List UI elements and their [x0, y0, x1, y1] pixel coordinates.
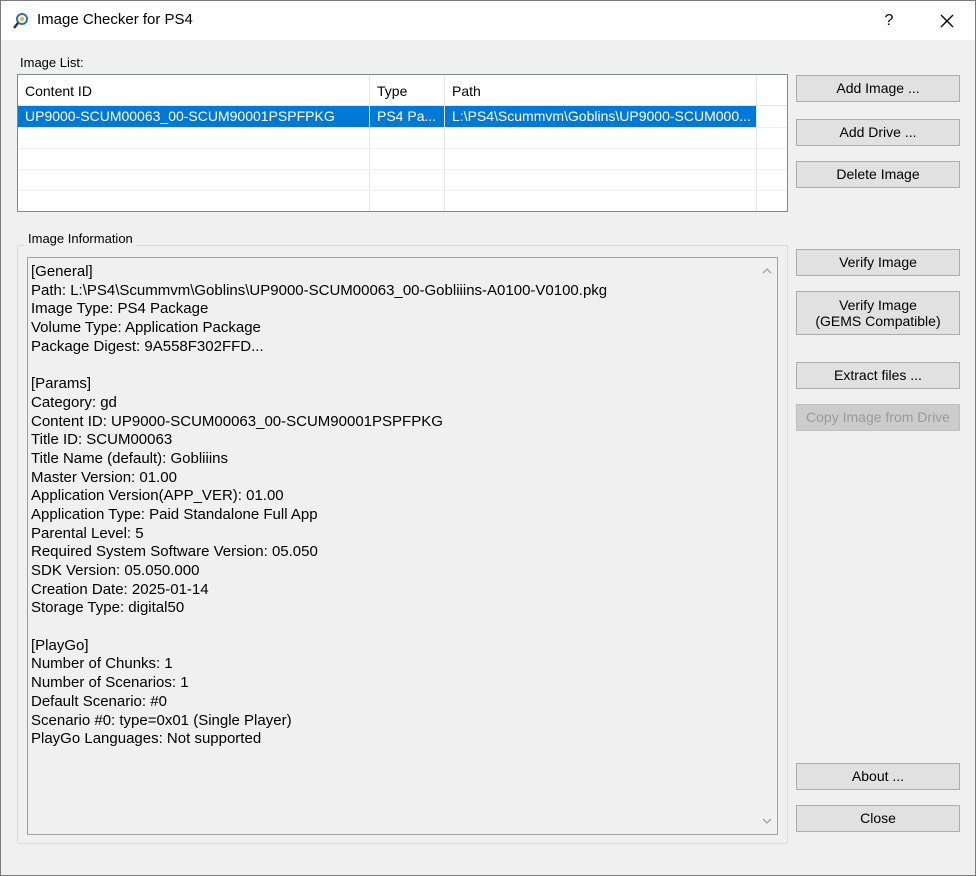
- cell-content-id: UP9000-SCUM00063_00-SCUM90001PSPFPKG: [18, 106, 370, 127]
- about-button[interactable]: About ...: [796, 763, 960, 790]
- close-icon: [940, 14, 954, 28]
- cell-path: L:\PS4\Scummvm\Goblins\UP9000-SCUM000...: [445, 106, 757, 127]
- empty-row: [18, 169, 787, 191]
- list-header: Content ID Type Path: [18, 75, 787, 106]
- empty-row: [18, 190, 787, 211]
- info-line: Title Name (default): Gobliiins: [31, 449, 229, 467]
- info-line: Title ID: SCUM00063: [31, 431, 173, 449]
- info-lines: [General] Path: L:\PS4\Scummvm\Goblins\UP…: [31, 263, 751, 749]
- info-line: [PlayGo]: [31, 636, 89, 654]
- info-line: Master Version: 01.00: [31, 468, 177, 486]
- close-button[interactable]: Close: [796, 805, 960, 832]
- info-line: Application Version(APP_VER): 01.00: [31, 487, 284, 505]
- info-line: Number of Scenarios: 1: [31, 674, 189, 692]
- info-line: Application Type: Paid Standalone Full A…: [31, 505, 318, 523]
- image-list-label: Image List:: [20, 55, 84, 70]
- info-line: Scenario #0: type=0x01 (Single Player): [31, 711, 292, 729]
- verify-gems-label-line1: Verify Image: [839, 297, 917, 313]
- verify-image-gems-button[interactable]: Verify Image (GEMS Compatible): [796, 291, 960, 335]
- cell-type: PS4 Pa...: [370, 106, 445, 127]
- add-image-button[interactable]: Add Image ...: [796, 75, 960, 102]
- image-information-text[interactable]: [General] Path: L:\PS4\Scummvm\Goblins\UP…: [27, 257, 778, 835]
- info-line: Image Type: PS4 Package: [31, 300, 209, 318]
- info-line: Number of Chunks: 1: [31, 655, 173, 673]
- info-line: Content ID: UP9000-SCUM00063_00-SCUM9000…: [31, 412, 443, 430]
- column-header-path[interactable]: Path: [445, 75, 757, 105]
- magnifier-icon: [12, 12, 30, 30]
- window-close-button[interactable]: [919, 1, 975, 40]
- info-line: Volume Type: Application Package: [31, 319, 261, 337]
- empty-row: [18, 127, 787, 149]
- verify-image-button[interactable]: Verify Image: [796, 249, 960, 276]
- info-line: SDK Version: 05.050.000: [31, 562, 200, 579]
- extract-files-button[interactable]: Extract files ...: [796, 362, 960, 389]
- image-information-label: Image Information: [25, 231, 136, 246]
- help-button[interactable]: ?: [861, 1, 917, 40]
- info-line: Default Scenario: #0: [31, 692, 167, 710]
- scroll-up-icon[interactable]: [762, 267, 772, 275]
- info-line: [General]: [31, 263, 93, 280]
- info-line: Creation Date: 2025-01-14: [31, 580, 209, 598]
- window-title: Image Checker for PS4: [37, 11, 193, 28]
- info-line: Storage Type: digital50: [31, 599, 185, 617]
- info-line: Required System Software Version: 05.050: [31, 543, 318, 561]
- info-line: Parental Level: 5: [31, 524, 144, 542]
- add-drive-button[interactable]: Add Drive ...: [796, 119, 960, 146]
- info-line: [Params]: [31, 375, 92, 393]
- scroll-down-icon[interactable]: [762, 817, 772, 825]
- info-line: PlayGo Languages: Not supported: [31, 730, 262, 748]
- vertical-scrollbar[interactable]: [757, 258, 777, 834]
- info-line: Path: L:\PS4\Scummvm\Goblins\UP9000-SCUM…: [31, 281, 608, 299]
- info-line: Category: gd: [31, 393, 117, 411]
- image-list[interactable]: Content ID Type Path UP9000-SCUM00063_00…: [17, 74, 788, 212]
- empty-row: [18, 148, 787, 170]
- copy-image-from-drive-button[interactable]: Copy Image from Drive: [796, 404, 960, 431]
- info-line: [31, 618, 751, 637]
- verify-gems-label-line2: (GEMS Compatible): [815, 313, 941, 329]
- column-header-content-id[interactable]: Content ID: [18, 75, 370, 105]
- title-bar: Image Checker for PS4 ?: [1, 1, 975, 40]
- image-checker-window: Image Checker for PS4 ? Image List: Cont…: [0, 0, 976, 876]
- info-line: Package Digest: 9A558F302FFD...: [31, 337, 264, 355]
- delete-image-button[interactable]: Delete Image: [796, 161, 960, 188]
- info-line: [31, 356, 751, 375]
- table-row[interactable]: UP9000-SCUM00063_00-SCUM90001PSPFPKG PS4…: [18, 106, 787, 127]
- column-header-type[interactable]: Type: [370, 75, 445, 105]
